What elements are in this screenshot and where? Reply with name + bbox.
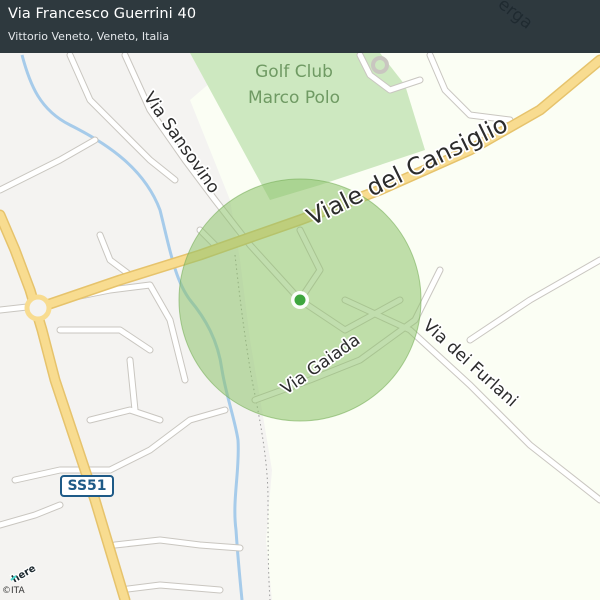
here-logo-icon: here here xyxy=(9,562,38,582)
location-header: Via Francesco Guerrini 40 Vittorio Venet… xyxy=(0,0,600,53)
map-canvas[interactable]: Golf Club Marco Polo Viale del Cansiglio… xyxy=(0,0,600,600)
roundabout-west xyxy=(24,294,52,322)
route-shield-label: SS51 xyxy=(67,478,107,494)
park-label-marco-polo: Marco Polo xyxy=(248,88,340,108)
location-dot[interactable] xyxy=(294,294,306,306)
svg-text:here: here xyxy=(10,563,38,582)
park-label-golf: Golf Club xyxy=(255,62,333,82)
route-shield: SS51 xyxy=(60,475,114,497)
address-title: Via Francesco Guerrini 40 xyxy=(8,6,197,22)
map-attribution: ©ITA xyxy=(2,586,25,596)
address-subtitle: Vittorio Veneto, Veneto, Italia xyxy=(8,30,170,43)
